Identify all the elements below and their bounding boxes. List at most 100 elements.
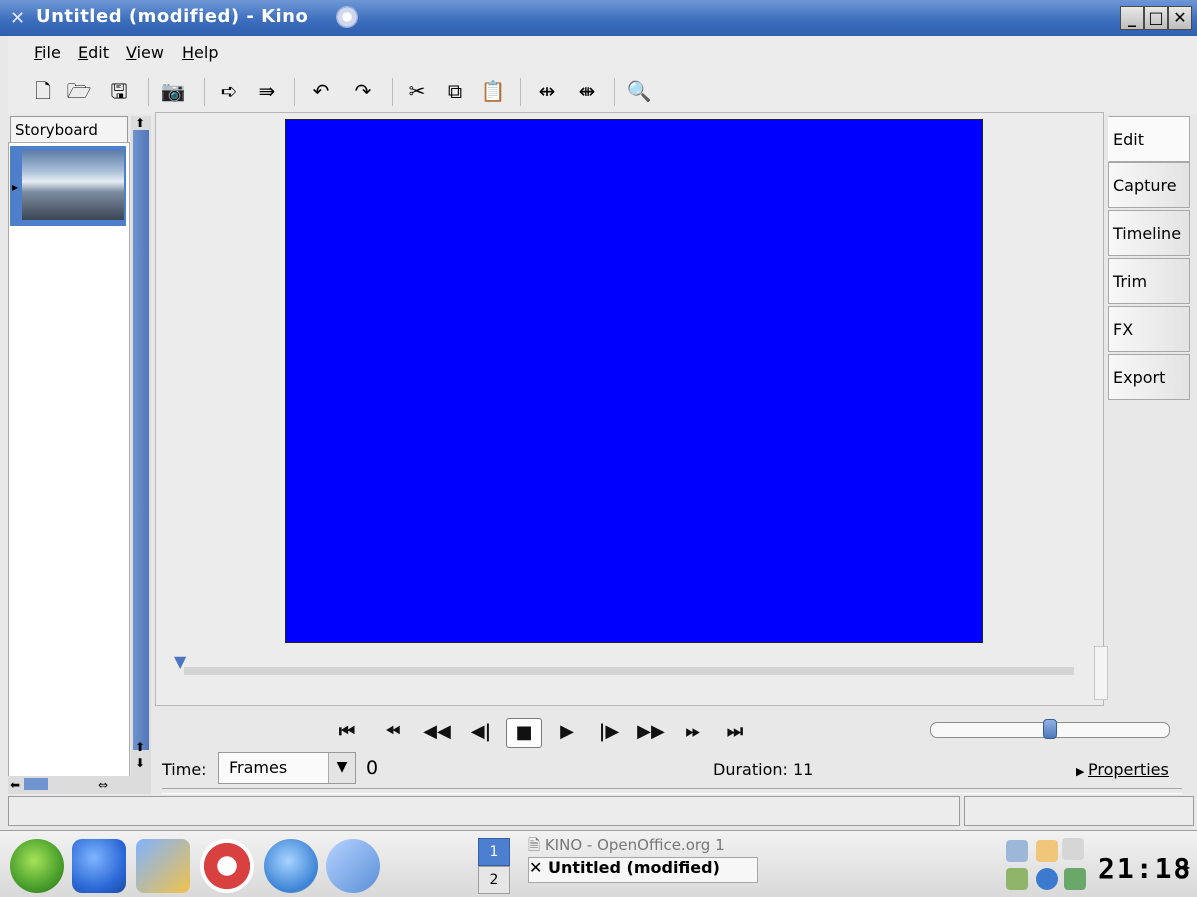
previous-scene-icon[interactable]: ⏪︎ [376,718,410,746]
task-label: KINO - OpenOffice.org 1 [544,836,725,854]
maximize-button[interactable]: □ [1144,6,1168,30]
goto-end-icon[interactable]: ⏭ [718,718,752,746]
current-time: 0 [366,757,379,779]
properties-label: Properties [1087,760,1169,779]
play-icon[interactable]: ▶ [550,718,584,746]
suse-menu-icon[interactable] [10,839,64,893]
zoom-icon[interactable]: 🔍 [626,78,652,104]
storyboard-horizontal-scrollbar[interactable]: ⬅ ⇔ [8,776,151,794]
kino-app-icon: ✕ [529,858,543,877]
toolbar-separator [204,78,205,106]
klipper-tray-icon[interactable] [1036,840,1058,862]
undo-icon[interactable]: ↶ [308,78,334,104]
display-tray-icon[interactable] [1064,868,1086,890]
storyboard-panel[interactable] [8,142,130,778]
pager-desktop-2[interactable]: 2 [478,866,510,894]
tab-fx[interactable]: FX [1108,306,1190,352]
scroll-down-icon[interactable]: ⬇ [135,756,145,770]
camera-icon[interactable]: 📷 [160,78,186,104]
mode-tabs: Edit Capture Timeline Trim FX Export [1108,114,1192,404]
task-openoffice[interactable]: 🗎 KINO - OpenOffice.org 1 [528,835,754,859]
separator [162,788,1182,794]
title-bar[interactable]: ✕ Untitled (modified) - Kino _ □ ✕ [0,0,1197,36]
cut-icon[interactable]: ✂ [404,78,430,104]
menu-file[interactable]: File [34,43,61,62]
join-icon[interactable]: ⇼ [574,78,600,104]
browser-icon[interactable] [264,839,318,893]
tab-timeline[interactable]: Timeline [1108,210,1190,256]
minimize-button[interactable]: _ [1120,6,1144,30]
menu-bar: File Edit View Help [8,36,1197,71]
clip-thumbnail[interactable] [22,150,124,220]
update-tray-icon[interactable] [1006,868,1028,890]
copy-icon[interactable]: ⧉ [442,78,468,104]
preview-scrollbar[interactable] [1094,646,1108,700]
document-icon: 🗎 [528,836,545,854]
desktop-icon[interactable] [136,839,190,893]
fast-forward-icon[interactable]: ▶▶ [634,718,668,746]
storyboard-tab[interactable]: Storyboard [10,116,128,144]
scrollbar-thumb[interactable] [24,778,48,790]
previous-frame-icon[interactable]: ◀| [464,718,498,746]
status-bar-main [8,796,960,826]
scroll-left-icon[interactable]: ⬅ [10,778,20,792]
next-scene-icon[interactable]: ⏩︎ [676,718,710,746]
tab-capture[interactable]: Capture [1108,162,1190,208]
position-slider[interactable] [184,667,1074,675]
volume-tray-icon[interactable] [1062,838,1084,860]
tray-expand-icon[interactable]: ▸ [1184,860,1190,874]
mail-icon[interactable] [326,839,380,893]
properties-expander[interactable]: ▶ Properties [1076,760,1169,779]
time-format-select[interactable]: Frames ▼ [218,752,356,784]
import-icon[interactable]: ➪ [216,78,242,104]
expander-arrow-icon: ▶ [1076,765,1088,778]
close-button[interactable]: ✕ [1168,6,1192,30]
duration-label: Duration: 11 [713,760,814,779]
toolbar-separator [614,78,615,106]
clock[interactable]: 21:18 [1098,852,1192,885]
kino-app-icon[interactable]: ✕ [10,8,25,29]
scrollbar-thumb[interactable] [133,130,149,750]
info-tray-icon[interactable] [1036,868,1058,890]
network-tray-icon[interactable] [1006,840,1028,862]
video-preview[interactable] [285,119,983,643]
menu-help[interactable]: Help [182,43,218,62]
tab-edit[interactable]: Edit [1108,116,1190,162]
status-bar-secondary [964,796,1194,826]
scroll-up-icon[interactable]: ⬆ [135,116,145,130]
toolbar-separator [148,78,149,106]
paste-icon[interactable]: 📋 [480,78,506,104]
menu-view[interactable]: View [126,43,164,62]
tab-trim[interactable]: Trim [1108,258,1190,304]
stop-button[interactable]: ■ [506,718,542,748]
goto-start-icon[interactable]: ⏮ [330,718,364,746]
tab-export[interactable]: Export [1108,354,1190,400]
export-icon[interactable]: ⇛ [254,78,280,104]
rewind-icon[interactable]: ◀◀ [420,718,454,746]
new-file-icon[interactable]: 🗋 [30,78,56,104]
next-frame-icon[interactable]: |▶ [592,718,626,746]
menu-edit[interactable]: Edit [78,43,109,62]
task-kino[interactable]: ✕ Untitled (modified) [528,857,758,883]
dropdown-arrow-icon[interactable]: ▼ [328,753,355,783]
save-icon[interactable]: 🖫 [106,78,132,104]
home-icon[interactable] [72,839,126,893]
scroll-leftright-icon[interactable]: ⇔ [98,778,108,792]
storyboard-vertical-scrollbar[interactable]: ⬆ ⬆ ⬇ [131,116,151,776]
toolbar-separator [392,78,393,106]
pager-desktop-1[interactable]: 1 [478,838,510,866]
toolbar: 🗋 🗁 🖫 📷 ➪ ⇛ ↶ ↷ ✂ ⧉ 📋 ⇹ ⇼ 🔍 [8,70,1197,114]
scroll-up-icon[interactable]: ⬆ [135,740,145,754]
toolbar-separator [520,78,521,106]
help-icon[interactable] [200,839,254,893]
time-label: Time: [162,760,207,779]
toolbar-separator [294,78,295,106]
split-icon[interactable]: ⇹ [534,78,560,104]
open-folder-icon[interactable]: 🗁 [66,78,92,104]
task-label: Untitled (modified) [547,858,720,877]
redo-icon[interactable]: ↷ [350,78,376,104]
kino-seal-icon [336,6,358,28]
play-marker-icon: ▸ [12,180,19,194]
shuttle-knob[interactable] [1043,719,1057,739]
time-format-value: Frames [229,758,288,777]
